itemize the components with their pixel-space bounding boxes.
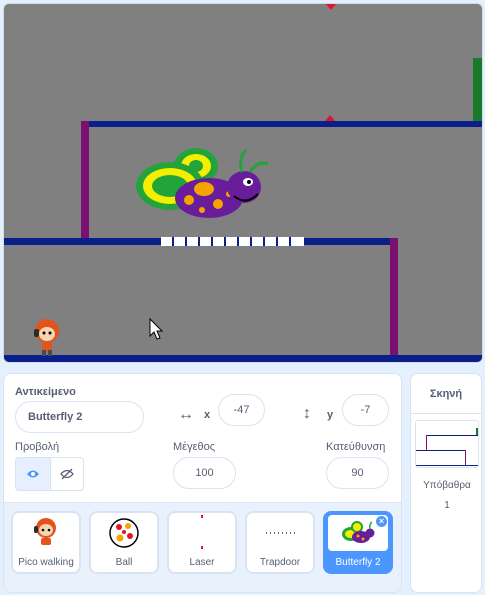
sprite-tile-label: Ball (115, 557, 133, 568)
sprite-tile-label: Pico walking (18, 557, 74, 568)
y-input[interactable]: -7 (342, 394, 389, 426)
direction-input[interactable]: 90 (326, 457, 389, 489)
visibility-toggle (15, 457, 84, 491)
horizontal-arrows-icon: ↔ (178, 406, 194, 423)
x-label: x (204, 409, 211, 421)
stage-selector[interactable]: Σκηνή Υπόβαθρα 1 (410, 373, 482, 593)
butterfly-icon (342, 521, 375, 543)
size-label: Μέγεθος (173, 441, 216, 453)
sprite-tile-ball[interactable]: Ball (89, 511, 159, 574)
stage-thumbnail-image (416, 421, 478, 467)
direction-label: Κατεύθυνση (326, 441, 386, 453)
sprite-tile-label: Trapdoor (259, 557, 301, 568)
backdrops-count: 1 (444, 500, 450, 511)
show-button[interactable] (16, 458, 50, 490)
left-wall (81, 121, 89, 241)
stage-scene (4, 4, 482, 362)
backdrops-label: Υπόβαθρα (423, 480, 471, 491)
stage-area (0, 0, 485, 366)
hide-button[interactable] (49, 458, 84, 490)
ball-icon (109, 518, 139, 548)
floor (4, 355, 482, 362)
size-input[interactable]: 100 (173, 457, 236, 489)
green-block (473, 58, 482, 122)
sprite-label: Αντικείμενο (15, 386, 76, 398)
sprite-pane: Αντικείμενο Butterfly 2 ↔ x -47 ↕ y -7 Π… (3, 373, 402, 593)
sprite-tile-laser[interactable]: Laser (167, 511, 237, 574)
sprite-name-input[interactable]: Butterfly 2 (15, 401, 144, 433)
sprite-tile-pico-walking[interactable]: Pico walking (11, 511, 81, 574)
eye-slash-icon (59, 468, 74, 480)
delete-sprite-button[interactable]: × (375, 515, 388, 528)
y-label: y (327, 409, 334, 421)
x-input[interactable]: -47 (218, 394, 265, 426)
sprite-tile-label: Laser (189, 557, 215, 568)
sprite-tile-trapdoor[interactable]: Trapdoor (245, 511, 315, 574)
right-wall (390, 238, 398, 358)
pico-icon (34, 518, 56, 545)
trapdoor-sprite (161, 237, 304, 246)
upper-platform (82, 121, 482, 127)
sprite-info-panel: Αντικείμενο Butterfly 2 ↔ x -47 ↕ y -7 Π… (4, 374, 401, 502)
laser-icon (201, 515, 203, 549)
stage-title: Σκηνή (411, 374, 481, 414)
show-label: Προβολή (15, 441, 60, 453)
vertical-arrows-icon: ↕ (303, 405, 311, 422)
trapdoor-icon (264, 532, 296, 534)
sprite-list: Pico walking Ball Laser Trapdoor × Butte… (4, 502, 401, 592)
stage-canvas[interactable] (3, 3, 483, 363)
sprite-tile-label: Butterfly 2 (335, 557, 381, 568)
eye-icon (26, 470, 39, 478)
sprite-tile-butterfly-2[interactable]: × Butterfly 2 (323, 511, 393, 574)
stage-thumbnail[interactable] (415, 420, 479, 468)
